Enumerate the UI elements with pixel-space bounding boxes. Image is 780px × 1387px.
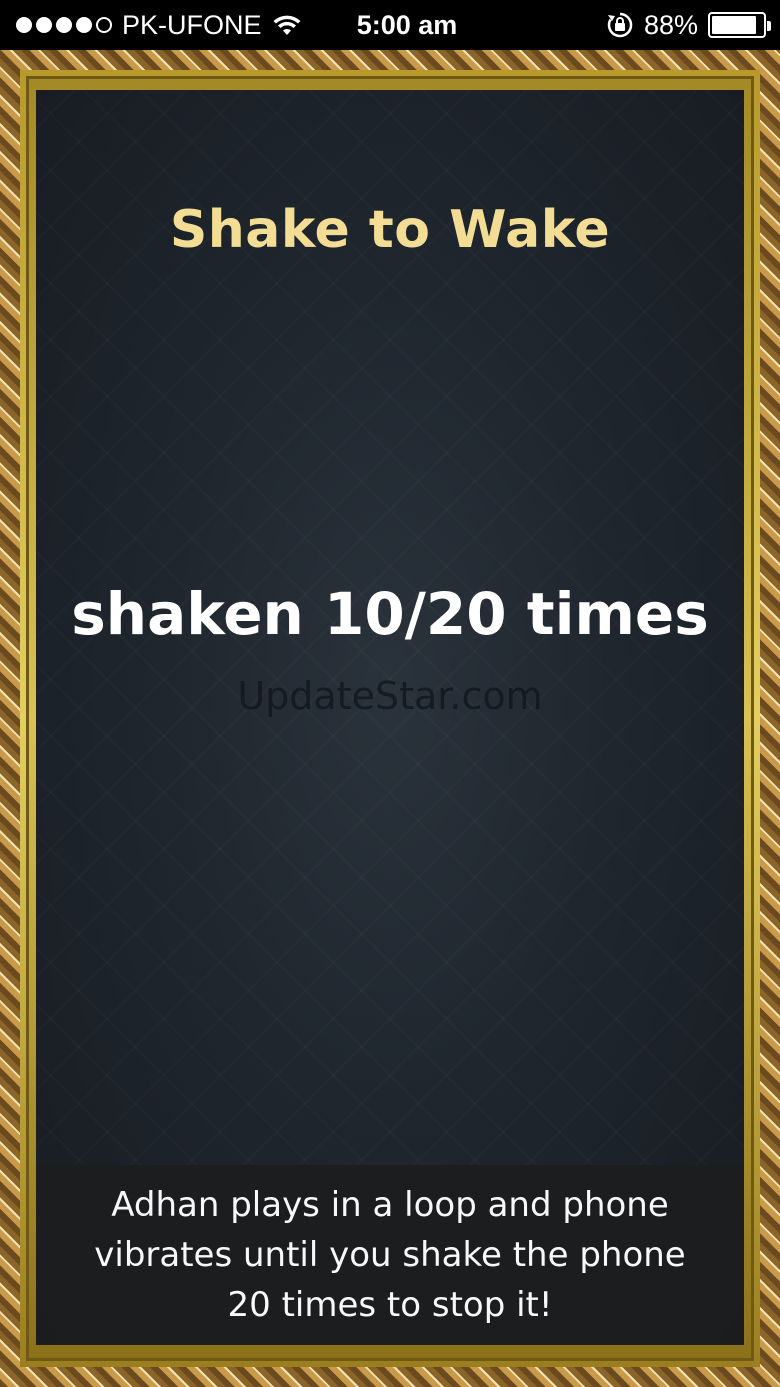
status-left: PK-UFONE	[16, 0, 302, 50]
signal-strength-icon	[16, 17, 112, 33]
info-banner: Adhan plays in a loop and phone vibrates…	[36, 1165, 744, 1345]
content-panel: Shake to Wake shaken 10/20 times UpdateS…	[36, 90, 744, 1345]
watermark: UpdateStar.com	[237, 674, 543, 718]
battery-percent: 88%	[643, 9, 698, 40]
battery-icon	[708, 12, 771, 38]
status-right: 88%	[606, 0, 771, 50]
shake-counter: shaken 10/20 times	[71, 580, 709, 648]
rotation-lock-icon	[607, 12, 633, 38]
battery-fill	[712, 16, 756, 34]
carrier-name: PK-UFONE	[122, 9, 262, 40]
status-time: 5:00 am	[356, 9, 458, 40]
info-text: Adhan plays in a loop and phone vibrates…	[94, 1185, 686, 1325]
page-title: Shake to Wake	[169, 200, 611, 260]
status-bar: PK-UFONE 5:00 am 88%	[0, 0, 780, 50]
wifi-icon	[273, 15, 301, 35]
